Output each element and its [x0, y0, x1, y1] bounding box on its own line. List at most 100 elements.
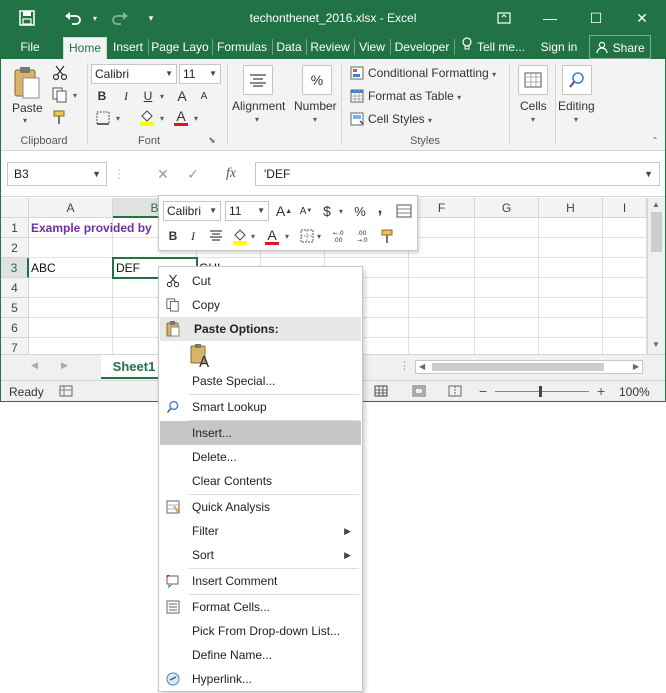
- confirm-entry-icon[interactable]: ✓: [181, 162, 205, 186]
- underline-button[interactable]: U: [139, 87, 157, 105]
- name-box[interactable]: B3 ▼: [7, 162, 107, 186]
- cancel-entry-icon[interactable]: ✕: [151, 162, 175, 186]
- borders-dropdown-icon[interactable]: ▾: [113, 111, 123, 125]
- scissors-icon[interactable]: [49, 63, 71, 83]
- zoom-slider-track[interactable]: [495, 391, 589, 392]
- collapse-ribbon-icon[interactable]: ⌃: [649, 133, 661, 147]
- fill-color-icon[interactable]: [137, 107, 157, 127]
- mini-increase-decimal-icon[interactable]: ←.0.00: [331, 227, 351, 245]
- cell-a1[interactable]: Example provided by: [29, 218, 152, 238]
- macro-record-icon[interactable]: [59, 385, 73, 400]
- grid-cell[interactable]: [603, 258, 647, 278]
- normal-view-icon[interactable]: [374, 385, 388, 400]
- menu-item-delete[interactable]: Delete...: [160, 445, 361, 469]
- scroll-down-icon[interactable]: ▼: [652, 340, 660, 349]
- menu-item-smart-lookup[interactable]: Smart Lookup: [160, 395, 361, 419]
- cells-dropdown-icon[interactable]: ▾: [531, 115, 535, 124]
- maximize-button[interactable]: ☐: [573, 1, 619, 35]
- mini-format-icon[interactable]: [395, 202, 413, 220]
- conditional-formatting-icon[interactable]: [349, 65, 365, 81]
- cells-icon[interactable]: [518, 65, 548, 95]
- row-header-6[interactable]: 6: [1, 318, 29, 338]
- grid-cell[interactable]: [475, 298, 539, 318]
- menu-item-insert-comment[interactable]: Insert Comment: [160, 569, 361, 593]
- grid-cell[interactable]: [603, 278, 647, 298]
- menu-item-paste-special[interactable]: Paste Special...: [160, 369, 361, 393]
- grid-cell[interactable]: [475, 238, 539, 258]
- scroll-up-icon[interactable]: ▲: [652, 200, 660, 209]
- grid-cell[interactable]: [475, 218, 539, 238]
- grid-cell[interactable]: [409, 278, 475, 298]
- paste-option-keep-text-icon[interactable]: A: [189, 343, 215, 371]
- borders-icon[interactable]: [93, 109, 113, 127]
- grid-cell[interactable]: [409, 258, 475, 278]
- tab-insert[interactable]: Insert: [109, 35, 147, 59]
- mini-italic-button[interactable]: I: [185, 227, 201, 245]
- grid-cell[interactable]: [539, 218, 603, 238]
- grid-cell[interactable]: [29, 238, 113, 258]
- mini-accounting-button[interactable]: $: [319, 202, 335, 220]
- mini-comma-button[interactable]: ,: [373, 200, 387, 218]
- grid-cell[interactable]: [539, 278, 603, 298]
- row-header-3[interactable]: 3: [1, 258, 29, 278]
- format-as-table-icon[interactable]: [349, 88, 365, 104]
- font-color-dropdown-icon[interactable]: ▾: [191, 111, 201, 125]
- ribbon-display-icon[interactable]: [481, 1, 527, 35]
- vertical-scrollbar[interactable]: ▲ ▼: [647, 198, 665, 354]
- magnifier-icon[interactable]: [562, 65, 592, 95]
- row-header-1[interactable]: 1: [1, 218, 29, 238]
- menu-item-pick-from-list[interactable]: Pick From Drop-down List...: [160, 619, 361, 643]
- zoom-in-button[interactable]: +: [597, 383, 605, 399]
- grid-cell[interactable]: [475, 278, 539, 298]
- mini-accounting-dropdown-icon[interactable]: ▾: [337, 205, 345, 217]
- split-grip-icon[interactable]: ⋮: [399, 359, 410, 372]
- grid-cell[interactable]: [539, 238, 603, 258]
- cell-styles-icon[interactable]: [349, 111, 365, 127]
- format-painter-icon[interactable]: [49, 107, 71, 127]
- minimize-button[interactable]: —: [527, 1, 573, 35]
- font-name-combo[interactable]: Calibri ▼: [91, 64, 177, 84]
- grid-cell[interactable]: [29, 298, 113, 318]
- copy-dropdown-icon[interactable]: ▾: [71, 88, 79, 102]
- horizontal-scroll-thumb[interactable]: [432, 363, 604, 371]
- mini-decrease-decimal-icon[interactable]: .00 →.0: [355, 227, 375, 245]
- tab-data[interactable]: Data: [273, 35, 305, 59]
- grid-cell[interactable]: [475, 258, 539, 278]
- number-button[interactable]: Number: [294, 99, 337, 113]
- menu-item-clear-contents[interactable]: Clear Contents: [160, 469, 361, 493]
- column-header-f[interactable]: F: [409, 198, 475, 218]
- menu-item-sort[interactable]: Sort ▶: [160, 543, 361, 567]
- row-header-7[interactable]: 7: [1, 338, 29, 354]
- mini-font-color-dropdown-icon[interactable]: ▾: [283, 230, 291, 242]
- mini-align-center-icon[interactable]: [207, 227, 225, 245]
- mini-percent-button[interactable]: %: [351, 202, 369, 220]
- tab-home[interactable]: Home: [63, 37, 107, 59]
- paste-dropdown-icon[interactable]: ▾: [23, 116, 27, 125]
- tab-formulas[interactable]: Formulas: [213, 35, 271, 59]
- menu-item-format-cells[interactable]: Format Cells...: [160, 595, 361, 619]
- italic-button[interactable]: I: [117, 87, 135, 105]
- mini-bold-button[interactable]: B: [165, 227, 181, 245]
- editing-button[interactable]: Editing: [558, 99, 595, 113]
- column-header-i[interactable]: I: [603, 198, 647, 218]
- grid-cell[interactable]: [539, 258, 603, 278]
- grid-cell[interactable]: [29, 318, 113, 338]
- grid-cell[interactable]: [603, 318, 647, 338]
- tab-review[interactable]: Review: [307, 35, 353, 59]
- mini-font-color-icon[interactable]: A: [263, 226, 281, 246]
- select-all-corner[interactable]: [1, 198, 29, 218]
- page-break-view-icon[interactable]: [448, 385, 462, 400]
- tab-page-layout[interactable]: Page Layo: [149, 35, 211, 59]
- column-header-h[interactable]: H: [539, 198, 603, 218]
- mini-font-size-combo[interactable]: 11 ▼: [225, 201, 269, 221]
- font-size-combo[interactable]: 11 ▼: [179, 64, 221, 84]
- grid-cell[interactable]: [29, 338, 113, 354]
- scroll-right-icon[interactable]: ▶: [633, 361, 639, 373]
- grid-cell[interactable]: [409, 318, 475, 338]
- share-button[interactable]: Share: [589, 35, 651, 59]
- prev-sheet-icon[interactable]: ◀: [31, 360, 38, 371]
- menu-item-hyperlink[interactable]: Hyperlink...: [160, 667, 361, 691]
- alignment-dropdown-icon[interactable]: ▾: [255, 115, 259, 124]
- mini-decrease-font-button[interactable]: A ▼: [297, 202, 315, 220]
- grid-cell[interactable]: [29, 278, 113, 298]
